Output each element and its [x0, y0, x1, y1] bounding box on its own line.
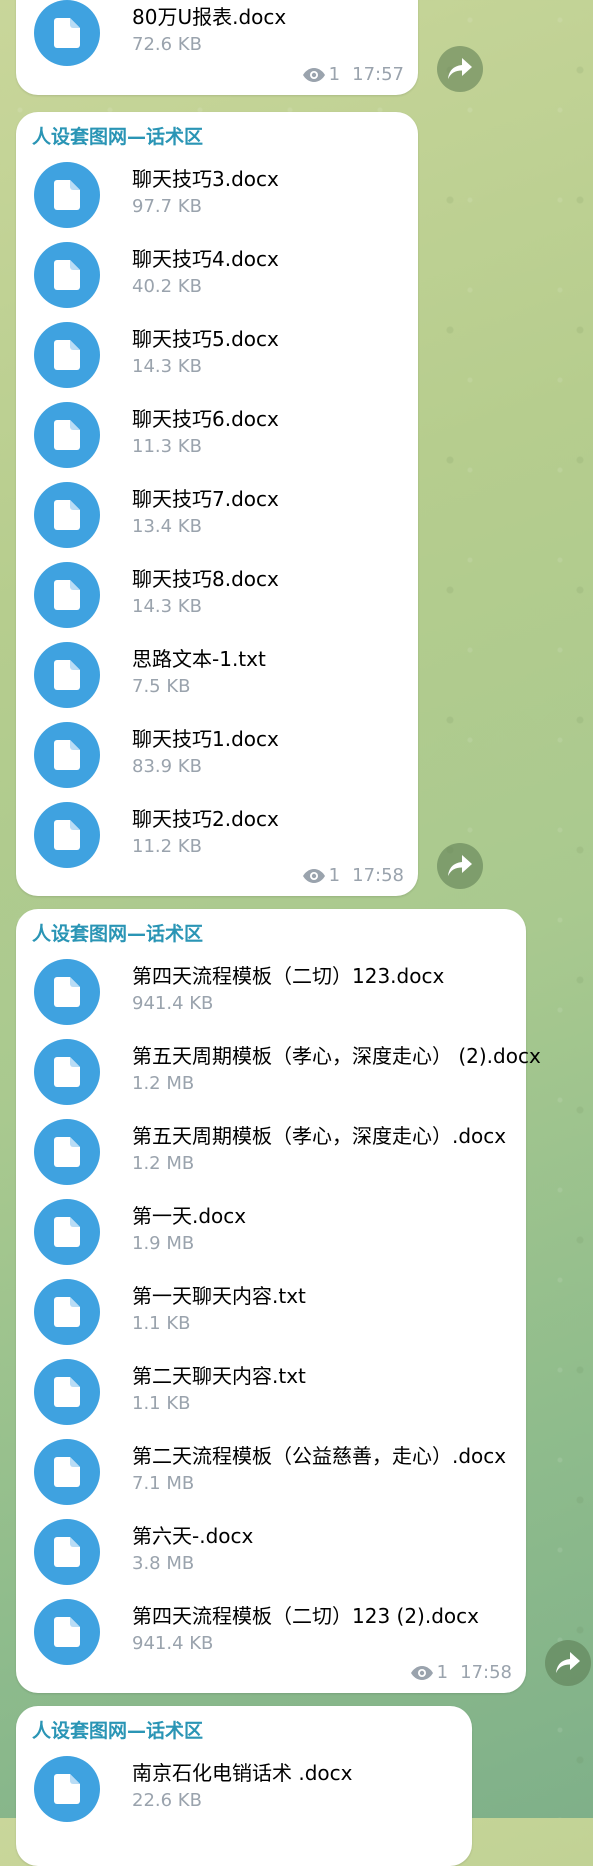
file-size: 3.8 MB: [132, 1553, 195, 1574]
file-name[interactable]: 第四天流程模板（二切）123 (2).docx: [132, 1600, 479, 1629]
file-name[interactable]: 第四天流程模板（二切）123.docx: [132, 960, 444, 989]
file-name[interactable]: 第一天聊天内容.txt: [132, 1280, 306, 1309]
eye-icon: [302, 66, 325, 87]
file-size: 14.3 KB: [132, 356, 202, 377]
file-size: 1.2 MB: [132, 1073, 195, 1094]
document-icon[interactable]: [34, 1279, 100, 1345]
document-icon[interactable]: [34, 959, 100, 1025]
file-name[interactable]: 南京石化电销话术 .docx: [132, 1757, 352, 1786]
message-meta: 1 17:58: [302, 865, 404, 888]
file-name[interactable]: 第五天周期模板（孝心，深度走心） (2).docx: [132, 1040, 541, 1069]
forward-arrow-icon: [448, 58, 472, 79]
forward-button[interactable]: [437, 843, 483, 889]
document-icon[interactable]: [34, 642, 100, 708]
file-name[interactable]: 第一天.docx: [132, 1200, 246, 1229]
file-size: 13.4 KB: [132, 516, 202, 537]
file-name[interactable]: 第二天流程模板（公益慈善，走心）.docx: [132, 1440, 506, 1469]
message-time: 17:57: [352, 64, 404, 85]
file-name[interactable]: 聊天技巧1.docx: [132, 723, 279, 752]
document-icon[interactable]: [34, 1756, 100, 1822]
eye-icon: [410, 1664, 433, 1685]
file-size: 97.7 KB: [132, 196, 202, 217]
sender-name[interactable]: 人设套图网—话术区: [32, 122, 203, 149]
message-time: 17:58: [352, 865, 404, 886]
document-icon[interactable]: [34, 1119, 100, 1185]
file-size: 1.9 MB: [132, 1233, 195, 1254]
file-name[interactable]: 聊天技巧4.docx: [132, 243, 279, 272]
forward-arrow-icon: [448, 855, 472, 876]
document-icon[interactable]: [34, 162, 100, 228]
file-name[interactable]: 聊天技巧5.docx: [132, 323, 279, 352]
document-icon[interactable]: [34, 482, 100, 548]
view-count: 1: [328, 865, 341, 886]
document-icon[interactable]: [34, 722, 100, 788]
forward-button[interactable]: [437, 46, 483, 92]
file-size: 11.3 KB: [132, 436, 202, 457]
message-bubble: 80万U报表.docx 72.6 KB 1 17:57: [16, 0, 418, 95]
file-name[interactable]: 聊天技巧2.docx: [132, 803, 279, 832]
view-count: 1: [436, 1662, 449, 1683]
document-icon[interactable]: [34, 1039, 100, 1105]
file-name[interactable]: 聊天技巧8.docx: [132, 563, 279, 592]
file-size: 14.3 KB: [132, 596, 202, 617]
document-icon[interactable]: [34, 1199, 100, 1265]
file-size: 7.1 MB: [132, 1473, 195, 1494]
file-name[interactable]: 聊天技巧6.docx: [132, 403, 279, 432]
document-icon[interactable]: [34, 1359, 100, 1425]
document-icon[interactable]: [34, 402, 100, 468]
message-meta: 1 17:57: [302, 64, 404, 87]
file-size: 1.2 MB: [132, 1153, 195, 1174]
file-size: 941.4 KB: [132, 993, 214, 1014]
file-size: 22.6 KB: [132, 1790, 202, 1811]
sender-name[interactable]: 人设套图网—话术区: [32, 919, 203, 946]
file-size: 941.4 KB: [132, 1633, 214, 1654]
message-bubble: 人设套图网—话术区 第四天流程模板（二切）123.docx 941.4 KB 第…: [16, 909, 541, 1693]
eye-icon: [302, 867, 325, 888]
file-size: 72.6 KB: [132, 34, 202, 55]
file-name[interactable]: 第五天周期模板（孝心，深度走心）.docx: [132, 1120, 506, 1149]
message-time: 17:58: [460, 1662, 512, 1683]
file-size: 1.1 KB: [132, 1393, 191, 1414]
file-size: 83.9 KB: [132, 756, 202, 777]
file-name[interactable]: 80万U报表.docx: [132, 1, 286, 30]
file-name[interactable]: 思路文本-1.txt: [132, 643, 266, 672]
file-name[interactable]: 第六天-.docx: [132, 1520, 253, 1549]
message-bubble: 人设套图网—话术区 聊天技巧3.docx 97.7 KB 聊天技巧4.docx …: [16, 112, 418, 896]
file-size: 11.2 KB: [132, 836, 202, 857]
file-name[interactable]: 聊天技巧7.docx: [132, 483, 279, 512]
document-icon[interactable]: [34, 322, 100, 388]
sender-name[interactable]: 人设套图网—话术区: [32, 1716, 203, 1743]
file-size: 40.2 KB: [132, 276, 202, 297]
document-icon[interactable]: [34, 1599, 100, 1665]
document-icon[interactable]: [34, 1439, 100, 1505]
document-icon[interactable]: [34, 562, 100, 628]
forward-button[interactable]: [545, 1640, 591, 1686]
file-name[interactable]: 第二天聊天内容.txt: [132, 1360, 306, 1389]
document-icon[interactable]: [34, 802, 100, 868]
message-meta: 1 17:58: [410, 1662, 512, 1685]
document-icon[interactable]: [34, 1519, 100, 1585]
file-name[interactable]: 聊天技巧3.docx: [132, 163, 279, 192]
view-count: 1: [328, 64, 341, 85]
message-bubble: 人设套图网—话术区 南京石化电销话术 .docx 22.6 KB: [16, 1706, 472, 1866]
forward-arrow-icon: [556, 1652, 580, 1673]
document-icon[interactable]: [34, 0, 100, 66]
file-size: 7.5 KB: [132, 676, 191, 697]
file-size: 1.1 KB: [132, 1313, 191, 1334]
document-icon[interactable]: [34, 242, 100, 308]
